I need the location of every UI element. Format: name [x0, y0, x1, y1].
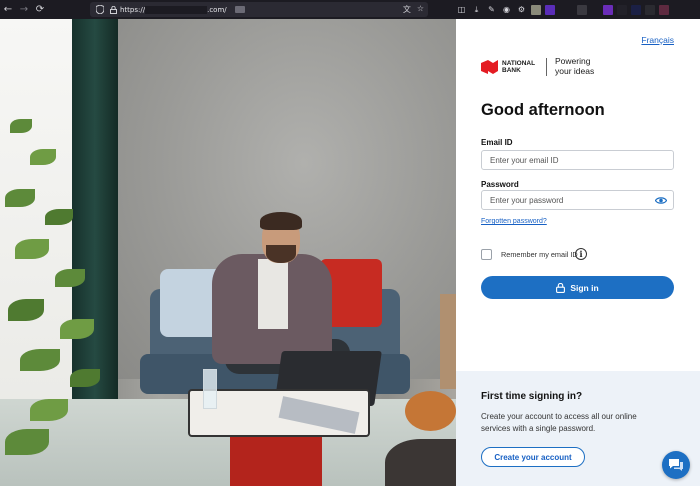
- chair: [440, 294, 456, 389]
- lock-icon: [556, 282, 566, 293]
- email-label: Email ID: [481, 138, 513, 147]
- remember-checkbox[interactable]: [481, 249, 492, 260]
- hero-photo: [0, 19, 456, 486]
- account-icon[interactable]: ◉: [501, 4, 512, 15]
- create-account-button[interactable]: Create your account: [481, 447, 585, 467]
- pocket-icon[interactable]: ◫: [456, 4, 467, 15]
- sign-in-label: Sign in: [570, 282, 599, 293]
- extension-icon[interactable]: [545, 4, 555, 15]
- chat-icon[interactable]: [662, 451, 690, 479]
- extension-icon[interactable]: [631, 4, 641, 15]
- url-badge: [234, 6, 245, 13]
- extension-icon[interactable]: [617, 4, 627, 15]
- extension-icon[interactable]: [603, 4, 613, 15]
- extension-icon[interactable]: [645, 4, 655, 15]
- reload-icon[interactable]: ⟳: [32, 0, 48, 19]
- bank-logo[interactable]: NATIONAL BANK Powering your ideas: [481, 56, 597, 76]
- logo-divider: [546, 57, 547, 76]
- person-beard: [266, 245, 296, 263]
- water-glass: [203, 369, 217, 409]
- lock-icon[interactable]: [110, 1, 117, 19]
- person-shirt: [258, 259, 288, 329]
- extension-icon[interactable]: [531, 4, 541, 15]
- info-icon[interactable]: i: [575, 248, 587, 260]
- extension-icon[interactable]: [577, 4, 587, 15]
- password-placeholder: Enter your password: [490, 195, 564, 205]
- login-panel: Français NATIONAL BANK Powering your ide…: [456, 19, 700, 486]
- signup-heading: First time signing in?: [481, 391, 583, 402]
- logo-name: NATIONAL BANK: [502, 59, 535, 74]
- person-hair: [260, 212, 302, 230]
- address-bar[interactable]: https:// .com/ 文 ☆: [90, 2, 428, 17]
- url-prefix: https://: [120, 5, 146, 14]
- forgot-password-link[interactable]: Forgotten password?: [481, 218, 547, 225]
- back-icon[interactable]: ←: [0, 0, 16, 19]
- show-password-icon[interactable]: [654, 195, 668, 206]
- extension-icon[interactable]: [659, 4, 669, 15]
- browser-toolbar: ← → ⟳ https:// .com/ 文 ☆ ◫ ⤓ ✎ ◉ ⚙: [0, 0, 700, 19]
- table-base: [230, 437, 322, 486]
- download-icon[interactable]: ⤓: [471, 4, 482, 15]
- url-suffix: .com/: [207, 5, 227, 14]
- email-field[interactable]: Enter your email ID: [481, 150, 674, 170]
- star-icon[interactable]: ☆: [417, 4, 424, 15]
- remember-label: Remember my email ID: [501, 250, 578, 259]
- logo-tagline: Powering your ideas: [555, 56, 595, 76]
- shield-icon[interactable]: [95, 1, 105, 19]
- signup-section: First time signing in? Create your accou…: [456, 371, 700, 486]
- settings-icon[interactable]: ⚙: [516, 4, 527, 15]
- url-redacted: [145, 5, 208, 14]
- password-label: Password: [481, 180, 519, 189]
- sign-in-button[interactable]: Sign in: [481, 276, 674, 299]
- side-table: [385, 439, 456, 486]
- language-link[interactable]: Français: [641, 35, 674, 45]
- forward-icon[interactable]: →: [16, 0, 32, 19]
- national-bank-icon: [481, 59, 498, 74]
- stool: [405, 391, 456, 431]
- greeting-heading: Good afternoon: [481, 101, 605, 119]
- tools-icon[interactable]: ✎: [486, 4, 497, 15]
- password-field[interactable]: Enter your password: [481, 190, 674, 210]
- signup-description: Create your account to access all our on…: [481, 412, 637, 433]
- translate-icon[interactable]: 文: [403, 4, 411, 15]
